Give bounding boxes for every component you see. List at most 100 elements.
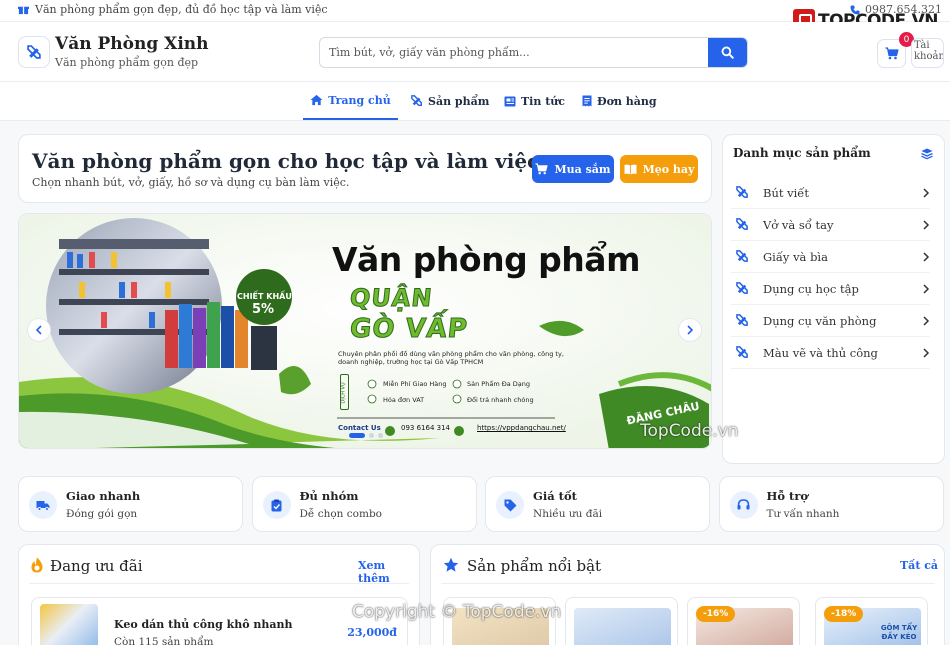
promo-text: Văn phòng phẩm gọn đẹp, đủ đồ học tập và… xyxy=(35,3,328,16)
feature-subtitle: Tư vấn nhanh xyxy=(766,508,840,520)
cart-icon xyxy=(535,163,549,175)
site-header: Văn Phòng Xinh Văn phòng phẩm gọn đẹp 0 … xyxy=(0,22,950,82)
nav-item-home[interactable]: Trang chủ xyxy=(303,82,398,120)
feature-title: Giao nhanh xyxy=(66,489,141,503)
search-button[interactable] xyxy=(708,38,747,67)
category-item[interactable]: Vở và sổ tay xyxy=(731,209,930,241)
site-name[interactable]: Văn Phòng Xinh xyxy=(55,34,209,54)
banner-feature: Miễn Phí Giao Hàng xyxy=(383,380,447,388)
slider-dot[interactable] xyxy=(369,433,374,438)
category-title: Danh mục sản phẩm xyxy=(733,146,871,160)
slider-next-button[interactable] xyxy=(678,318,702,342)
divider xyxy=(29,583,409,584)
service-label-box: DỊCH VỤ xyxy=(340,374,349,410)
deals-title: Đang ưu đãi xyxy=(50,557,143,575)
site-logo[interactable] xyxy=(18,36,50,68)
shop-button[interactable]: Mua sắm xyxy=(532,155,614,183)
account-avatar[interactable]: Tài khoản xyxy=(911,38,944,68)
feature-subtitle: Đóng gói gọn xyxy=(66,508,138,520)
banner-website[interactable]: https://vppdangchau.net/ xyxy=(477,424,566,432)
banner-title: Văn phòng phẩm xyxy=(332,240,640,279)
product-card-text: GÔM TẨY ĐẦY KÉO xyxy=(880,624,918,641)
nav-item-news[interactable]: Tin tức xyxy=(504,82,565,120)
category-item[interactable]: Dụng cụ học tập xyxy=(731,273,930,305)
chevron-right-icon xyxy=(687,325,694,335)
category-icon xyxy=(731,218,753,231)
featured-panel: Sản phẩm nổi bật Tất cả -16% -18% GÔM TẨ… xyxy=(430,544,945,645)
chevron-right-icon xyxy=(923,187,930,198)
nav-item-orders[interactable]: Đơn hàng xyxy=(582,82,657,120)
category-icon xyxy=(731,314,753,327)
news-icon xyxy=(504,96,516,106)
service-label: DỊCH VỤ xyxy=(340,382,347,404)
chevron-right-icon xyxy=(923,219,930,230)
banner-feature: Sản Phẩm Đa Dạng xyxy=(467,380,531,388)
search-bar xyxy=(319,37,748,68)
category-sidebar: Danh mục sản phẩm Bút viết Vở và sổ tay Gi… xyxy=(722,134,945,464)
banner-description: Chuyên phân phối đồ dùng văn phòng phẩm … xyxy=(338,350,564,366)
hero-title: Văn phòng phẩm gọn cho học tập và làm vi… xyxy=(32,149,540,173)
category-label: Bút viết xyxy=(763,185,810,200)
category-label: Dụng cụ học tập xyxy=(763,281,859,296)
featured-title: Sản phẩm nổi bật xyxy=(467,557,602,575)
chevron-right-icon xyxy=(923,347,930,358)
nav-label-news: Tin tức xyxy=(521,94,565,108)
watermark-bottom: Copyright © TopCode.vn xyxy=(352,602,562,622)
banner-slider[interactable]: CHIẾT KHẤU 5% Văn phòng phẩm QUẬN GÒ VẤP… xyxy=(18,213,712,449)
hero-subtitle: Chọn nhanh bút, vở, giấy, hồ sơ và dụng … xyxy=(32,176,350,189)
watermark-mid: TopCode.vn xyxy=(640,421,739,441)
chevron-right-icon xyxy=(923,283,930,294)
category-item[interactable]: Màu vẽ và thủ công xyxy=(731,337,930,369)
headset-icon xyxy=(729,491,758,519)
product-card[interactable]: -16% xyxy=(687,597,800,645)
layers-icon xyxy=(921,148,933,160)
tools-icon xyxy=(735,250,748,262)
deals-see-more-link[interactable]: Xem thêm xyxy=(358,559,419,585)
tools-icon xyxy=(411,95,422,106)
category-item[interactable]: Bút viết xyxy=(731,177,930,209)
search-input[interactable] xyxy=(320,38,709,67)
feature-card: Giao nhanh Đóng gói gọn xyxy=(18,476,243,532)
slider-dots xyxy=(19,433,711,438)
slider-prev-button[interactable] xyxy=(27,318,51,342)
tips-button[interactable]: Mẹo hay xyxy=(620,155,698,183)
tools-icon xyxy=(735,314,748,326)
deal-product-name: Keo dán thủ công khô nhanh xyxy=(114,618,293,631)
chevron-left-icon xyxy=(35,325,42,335)
product-card[interactable] xyxy=(565,597,678,645)
banner-feature: Hóa đơn VAT xyxy=(383,396,425,404)
nav-label-products: Sản phẩm xyxy=(428,94,490,108)
feature-title: Giá tốt xyxy=(533,489,577,503)
tags-icon xyxy=(496,491,524,519)
slider-dot-active[interactable] xyxy=(349,433,365,438)
cart-button[interactable]: 0 xyxy=(877,32,914,68)
star-icon xyxy=(443,557,459,572)
discount-label: CHIẾT KHẤU xyxy=(237,292,292,301)
feature-subtitle: Dễ chọn combo xyxy=(299,508,382,520)
category-icon xyxy=(731,346,753,359)
category-icon xyxy=(731,250,753,263)
nav-item-products[interactable]: Sản phẩm xyxy=(411,82,489,120)
featured-all-link[interactable]: Tất cả xyxy=(900,559,938,572)
receipt-icon xyxy=(582,95,592,107)
category-icon xyxy=(731,186,753,199)
cart-icon xyxy=(885,47,899,60)
banner-feature: Đổi trả nhanh chóng xyxy=(467,396,534,404)
discount-badge: -18% xyxy=(824,606,864,622)
feature-title: Đủ nhóm xyxy=(299,489,359,503)
banner-phone: 093 6164 314 xyxy=(401,424,450,432)
category-item[interactable]: Giấy và bìa xyxy=(731,241,930,273)
truck-icon xyxy=(29,491,57,519)
category-label: Dụng cụ văn phòng xyxy=(763,313,877,328)
product-card[interactable]: -18% GÔM TẨY ĐẦY KÉO xyxy=(815,597,928,645)
fire-icon xyxy=(31,557,43,573)
feature-title: Hỗ trợ xyxy=(766,489,809,503)
slider-dot[interactable] xyxy=(378,433,383,438)
banner-district-line1: QUẬN xyxy=(348,284,435,313)
discount-badge: -16% xyxy=(696,606,736,622)
banner-district-line2: GÒ VẤP xyxy=(348,314,470,345)
product-image xyxy=(574,608,671,645)
category-item[interactable]: Dụng cụ văn phòng xyxy=(731,305,930,337)
category-label: Giấy và bìa xyxy=(763,249,828,264)
promo-strip: Văn phòng phẩm gọn đẹp, đủ đồ học tập và… xyxy=(18,3,328,16)
